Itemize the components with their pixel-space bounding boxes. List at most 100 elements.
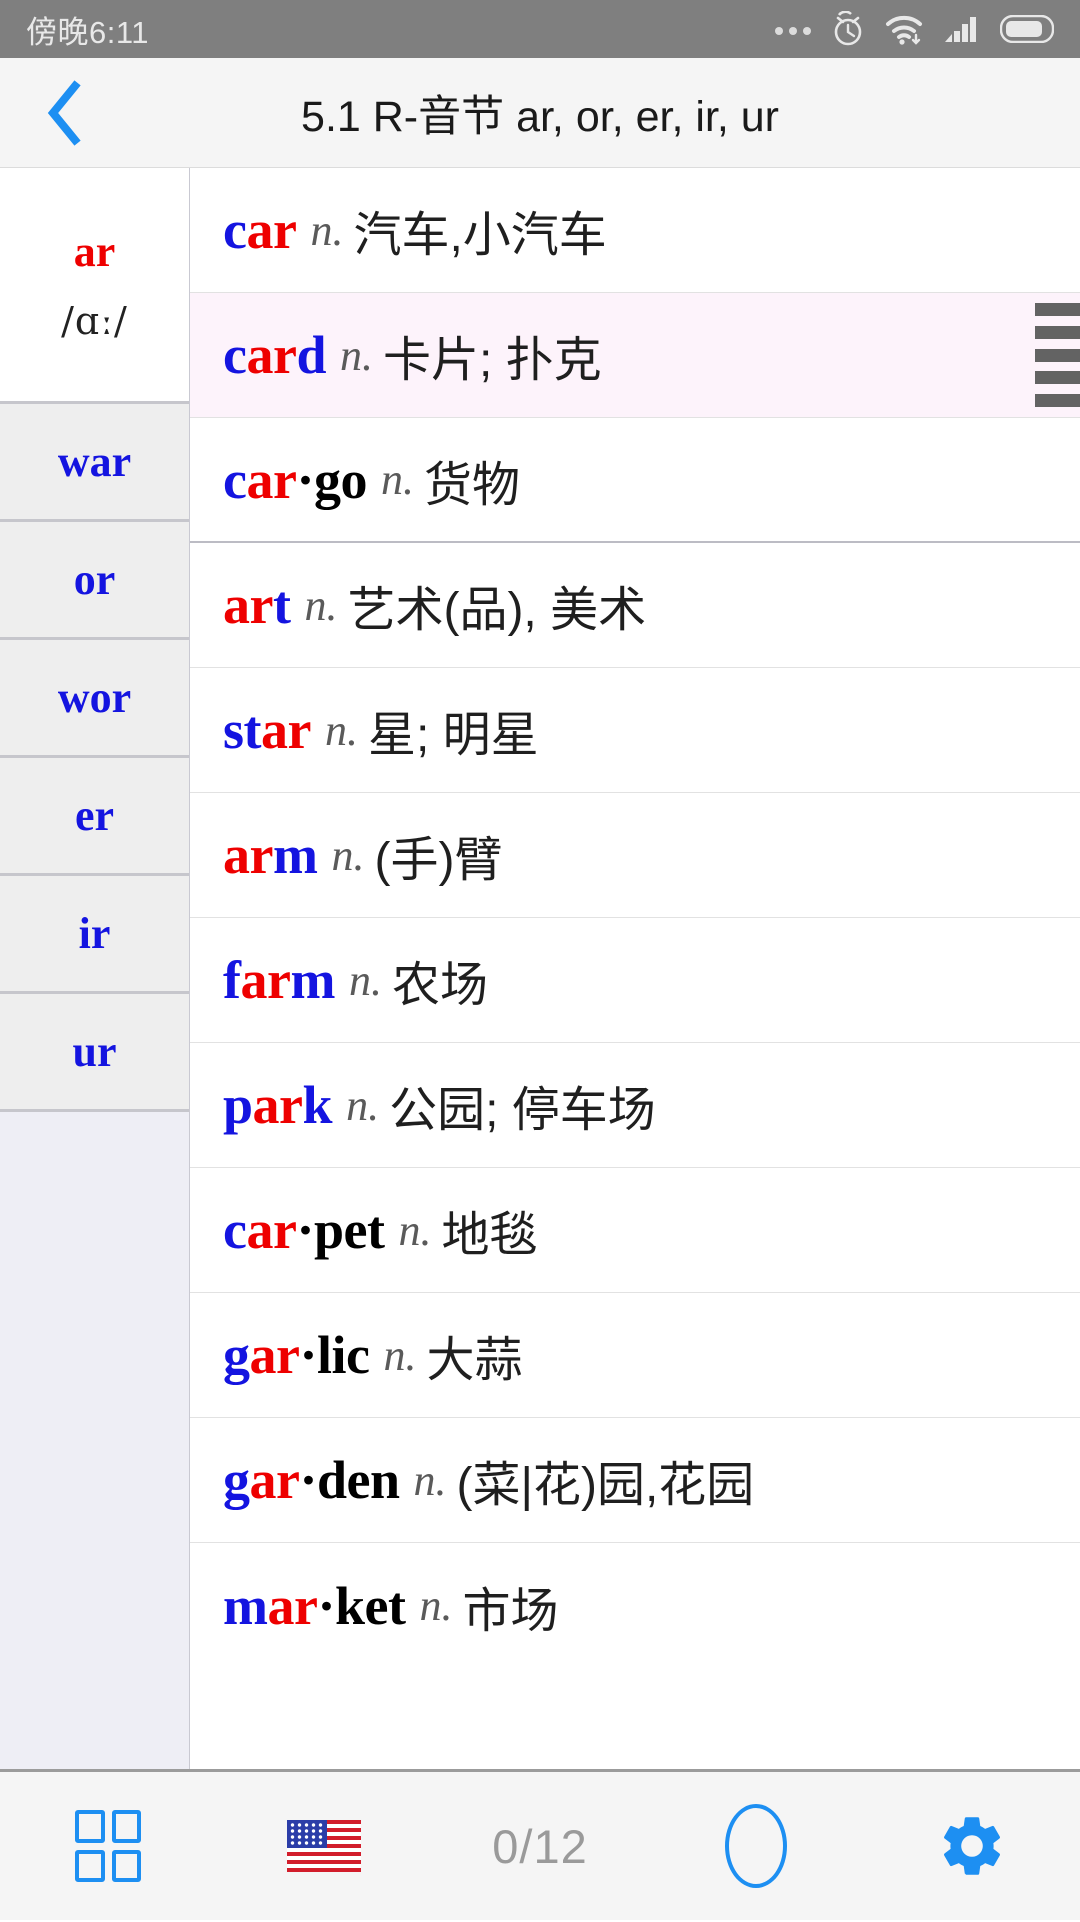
word-row[interactable]: arm n. (手)臂: [190, 793, 1080, 918]
bottom-toolbar: 0/12: [0, 1769, 1080, 1920]
language-button[interactable]: [216, 1771, 432, 1922]
word-meaning: 公园; 停车场: [389, 1084, 656, 1137]
word-row[interactable]: gar·lic n. 大蒜: [190, 1293, 1080, 1418]
word-list[interactable]: car n. 汽车,小汽车 card n. 卡片; 扑克 car·go n. 货物 art n. 艺术…: [190, 168, 1080, 1769]
word-segment: ar: [240, 950, 291, 1010]
sidebar-item-ar[interactable]: ar/ɑː/: [0, 168, 189, 404]
sidebar-item-ur[interactable]: ur: [0, 994, 189, 1112]
counter-text: 0/12: [492, 1819, 588, 1873]
word-segment: m: [272, 825, 318, 885]
word-part-of-speech: n.: [324, 705, 358, 755]
word-row[interactable]: card n. 卡片; 扑克: [190, 293, 1080, 418]
status-bar-icons: [774, 11, 1054, 47]
word-segment: c: [223, 325, 247, 385]
word-segment: ar: [261, 700, 311, 760]
word-headword: card: [223, 324, 326, 386]
sidebar-item-label: ir: [78, 909, 111, 958]
record-button[interactable]: [648, 1771, 864, 1922]
circle-icon: [725, 1804, 787, 1888]
word-part-of-speech: n.: [339, 330, 373, 380]
word-segment: c: [223, 449, 247, 510]
word-part-of-speech: n.: [304, 580, 338, 630]
status-bar: 傍晚6:11: [0, 0, 1080, 58]
word-meaning: 地毯: [441, 1209, 538, 1262]
word-row[interactable]: star n. 星; 明星: [190, 668, 1080, 793]
sidebar-item-ir[interactable]: ir: [0, 876, 189, 994]
drag-handle-icon[interactable]: [1035, 303, 1080, 407]
sidebar-item-label: wor: [57, 673, 132, 722]
word-row[interactable]: mar·ket n. 市场: [190, 1543, 1080, 1668]
sidebar-item-label: ur: [72, 1027, 117, 1076]
word-meaning: 艺术(品), 美术: [347, 584, 647, 637]
word-part-of-speech: n.: [331, 830, 365, 880]
sidebar-item-or[interactable]: or: [0, 522, 189, 640]
word-row[interactable]: car·pet n. 地毯: [190, 1168, 1080, 1293]
word-segment: ·lic: [299, 1325, 370, 1385]
phoneme-sidebar[interactable]: ar/ɑː/war or wor er ir ur: [0, 168, 190, 1769]
word-segment: d: [296, 325, 326, 385]
word-row[interactable]: car n. 汽车,小汽车: [190, 168, 1080, 293]
word-segment: ·ket: [317, 1575, 406, 1636]
word-segment: ar: [246, 1200, 297, 1260]
word-segment: m: [290, 950, 335, 1010]
word-part-of-speech: n.: [380, 455, 414, 504]
word-headword: car: [223, 199, 297, 261]
sidebar-item-label: or: [73, 555, 116, 604]
page-title: 5.1 R-音节 ar, or, er, ir, ur: [301, 92, 779, 141]
sidebar-item-war[interactable]: war: [0, 404, 189, 522]
grid-view-button[interactable]: [0, 1771, 216, 1922]
word-segment: ar: [249, 1325, 300, 1385]
word-headword: gar·lic: [223, 1324, 370, 1386]
word-part-of-speech: n.: [398, 1205, 432, 1255]
word-meaning: 市场: [462, 1584, 559, 1638]
word-segment: ar: [223, 825, 273, 885]
sidebar-filler: [0, 1112, 189, 1769]
word-headword: art: [223, 574, 291, 636]
word-meaning: (手)臂: [374, 834, 503, 887]
word-headword: farm: [223, 949, 335, 1011]
word-segment: ar: [249, 1450, 300, 1510]
word-row[interactable]: car·go n. 货物: [190, 418, 1080, 543]
word-segment: ·go: [296, 449, 367, 510]
word-meaning: 货物: [423, 458, 520, 512]
grid-icon: [75, 1810, 141, 1882]
word-segment: ar: [223, 575, 273, 635]
word-meaning: 星; 明星: [367, 709, 539, 762]
word-segment: c: [223, 1200, 247, 1260]
word-segment: m: [223, 1575, 268, 1636]
word-segment: c: [223, 200, 247, 260]
sidebar-item-wor[interactable]: wor: [0, 640, 189, 758]
word-segment: g: [223, 1325, 250, 1385]
word-row[interactable]: farm n. 农场: [190, 918, 1080, 1043]
word-part-of-speech: n.: [346, 1080, 380, 1130]
content-area: ar/ɑː/war or wor er ir ur car n. 汽车,小汽车 card n. 卡片…: [0, 168, 1080, 1769]
word-list-filler: [190, 1668, 1080, 1769]
us-flag-icon: [287, 1820, 361, 1872]
sidebar-item-phonetic: /ɑː/: [61, 299, 128, 343]
word-row[interactable]: gar·den n. (菜|花)园,花园: [190, 1418, 1080, 1543]
status-bar-clock: 傍晚6:11: [26, 14, 150, 50]
word-headword: park: [223, 1074, 333, 1136]
word-segment: ar: [252, 1075, 303, 1135]
more-dots-icon: [775, 27, 811, 35]
word-row[interactable]: park n. 公园; 停车场: [190, 1043, 1080, 1168]
word-segment: t: [272, 575, 291, 635]
word-segment: g: [223, 1450, 250, 1510]
back-button[interactable]: [0, 58, 130, 168]
sidebar-item-er[interactable]: er: [0, 758, 189, 876]
word-headword: mar·ket: [223, 1575, 406, 1637]
word-part-of-speech: n.: [383, 1330, 417, 1380]
word-row[interactable]: art n. 艺术(品), 美术: [190, 543, 1080, 668]
settings-button[interactable]: [864, 1771, 1080, 1922]
word-meaning: 大蒜: [426, 1334, 523, 1387]
word-segment: ar: [246, 449, 297, 510]
word-meaning: (菜|花)园,花园: [456, 1459, 755, 1512]
title-bar: 5.1 R-音节 ar, or, er, ir, ur: [0, 58, 1080, 168]
word-part-of-speech: n.: [413, 1455, 447, 1505]
gear-icon: [943, 1817, 1001, 1875]
word-segment: ·pet: [296, 1200, 385, 1260]
word-headword: car·go: [223, 449, 367, 511]
alarm-clock-icon: [834, 11, 862, 46]
progress-counter: 0/12: [432, 1771, 648, 1922]
word-segment: st: [223, 700, 262, 760]
